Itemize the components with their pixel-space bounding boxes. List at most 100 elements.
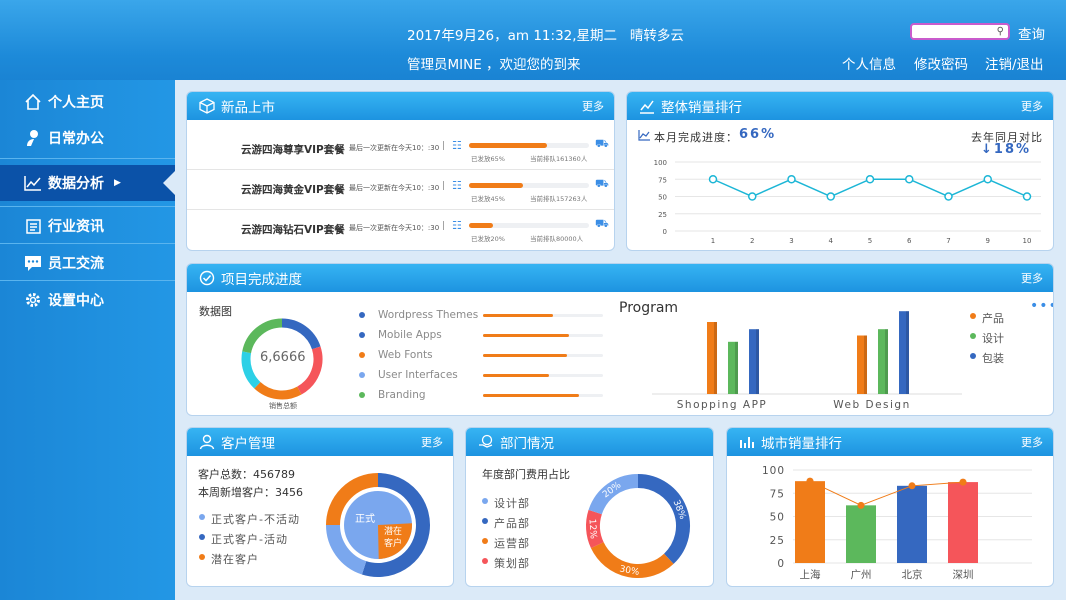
progress-sent: 已发放45% (471, 195, 505, 203)
progress-bar (469, 223, 589, 228)
data-point (983, 175, 992, 184)
cart-icon[interactable]: ⛟ (595, 177, 609, 192)
product-row[interactable]: 云游四海钻石VIP套餐 最后一次更新在今天10：:30 | ☷ 已发放20% 当前排队80… (187, 210, 614, 250)
project-progress-bar (483, 314, 603, 317)
chart-icon (24, 176, 41, 191)
program-bar-shade (864, 335, 867, 394)
donut-segment (242, 318, 283, 354)
donut-segment (637, 474, 690, 564)
sidebar-item-label: 个人主页 (48, 95, 104, 111)
sidebar-item-label: 日常办公 (48, 131, 104, 147)
sidebar-item-office[interactable]: 日常办公 (0, 120, 175, 156)
program-bar-shade (714, 322, 717, 394)
data-point (1022, 192, 1032, 201)
queue-count: 当前排队157263人 (530, 195, 588, 203)
x-tick-label: Shopping APP (677, 399, 768, 411)
sidebar-item-label: 行业资讯 (48, 219, 104, 235)
product-row[interactable]: 云游四海黄金VIP套餐 最后一次更新在今天10：:30 | ☷ 已发放45% 当前排队15… (187, 170, 614, 210)
trend-point (908, 482, 916, 490)
queue-count: 当前排队80000人 (530, 235, 584, 243)
search-button[interactable]: 查询 (1018, 23, 1045, 43)
box-icon (199, 98, 215, 114)
data-point (748, 192, 757, 201)
x-tick-label: 2 (750, 237, 754, 245)
cart-icon[interactable]: ⛟ (595, 137, 609, 152)
home-icon (25, 93, 41, 110)
y-tick-label: 100 (654, 159, 667, 167)
data-point (905, 175, 914, 184)
data-point (944, 192, 953, 201)
donut-segment (254, 381, 302, 400)
legend-dot (970, 313, 976, 319)
sidebar-item-settings[interactable]: 设置中心 (0, 282, 175, 318)
change-password-link[interactable]: 修改密码 (914, 53, 968, 73)
trend-point (959, 478, 967, 486)
customer-pie-chart: 正式潜在客户 (326, 473, 430, 577)
data-point (787, 175, 796, 184)
projects-panel: 项目完成进度 更多 数据图 6,6666 销售总额 Program Shoppi… (186, 263, 1054, 416)
more-link[interactable]: 更多 (1021, 434, 1043, 450)
x-tick-label: 广州 (851, 569, 872, 581)
more-link[interactable]: 更多 (582, 98, 604, 114)
legend-dot (482, 558, 488, 564)
legend-dot (199, 554, 205, 560)
more-link[interactable]: 更多 (1021, 270, 1043, 286)
y-tick-label: 25 (658, 211, 667, 219)
progress-sent: 已发放65% (471, 155, 505, 163)
product-update: 最后一次更新在今天10：:30 (349, 224, 440, 232)
sidebar-item-label: 设置中心 (48, 293, 104, 309)
panel-header: 新品上市 更多 (187, 92, 614, 120)
search-input[interactable]: ⚲ (910, 23, 1010, 40)
more-link[interactable]: 更多 (421, 434, 443, 450)
customer-total: 客户总数：456789 (198, 468, 295, 481)
panel-title: 城市销量排行 (761, 436, 842, 452)
project-progress-fill (483, 354, 567, 357)
sidebar: 个人主页 日常办公 数据分析 ▶ 行业资讯 员工交流 设置中心 (0, 80, 175, 600)
product-name: 云游四海钻石VIP套餐 (241, 224, 345, 236)
y-tick-label: 100 (762, 465, 785, 477)
project-progress-bar (483, 354, 603, 357)
x-tick-label: 10 (1023, 237, 1032, 245)
progress-fill (469, 223, 493, 228)
segment-label: 12% (586, 519, 597, 540)
sidebar-item-label: 员工交流 (48, 256, 104, 272)
project-progress-fill (483, 374, 549, 377)
separator-bar: | (442, 181, 446, 191)
customers-panel: 客户管理 更多 客户总数：456789 本周新增客户：3456 正式 潜在 客户 正… (186, 427, 454, 587)
caret-right-icon: ▶ (114, 178, 121, 188)
logout-link[interactable]: 注销/退出 (985, 53, 1044, 73)
sidebar-item-news[interactable]: 行业资讯 (0, 208, 175, 244)
donut-label: 数据图 (199, 305, 232, 318)
progress-bar (469, 143, 589, 148)
legend-label: 运营部 (494, 537, 530, 550)
weather: 晴转多云 (629, 28, 684, 44)
panel-title: 部门情况 (500, 436, 554, 452)
legend-label: 正式客户-不活动 (211, 513, 300, 526)
progress-value: 66% (739, 127, 777, 142)
sidebar-item-chat[interactable]: 员工交流 (0, 245, 175, 281)
more-dots-icon[interactable]: ••• (1030, 298, 1053, 314)
new-products-panel: 新品上市 更多 云游四海尊享VIP套餐 最后一次更新在今天10：:30 | ☷ 已发放6… (186, 91, 615, 251)
panel-header: 项目完成进度 更多 (187, 264, 1053, 292)
product-row[interactable]: 云游四海尊享VIP套餐 最后一次更新在今天10：:30 | ☷ 已发放65% 当前排队16… (187, 130, 614, 170)
x-tick-label: 4 (829, 237, 834, 245)
data-point (826, 192, 835, 201)
project-progress-bar (483, 334, 603, 337)
product-update: 最后一次更新在今天10：:30 (349, 184, 440, 192)
x-tick-label: 上海 (800, 568, 821, 581)
check-circle-icon (199, 270, 215, 286)
project-progress-fill (483, 314, 553, 317)
x-tick-label: 北京 (902, 568, 923, 581)
profile-link[interactable]: 个人信息 (842, 53, 896, 73)
more-link[interactable]: 更多 (1021, 98, 1043, 114)
y-tick-label: 25 (770, 535, 785, 547)
cart-icon[interactable]: ⛟ (595, 217, 609, 232)
city-sales-panel: 城市销量排行 更多 0 25 50 75 100 上海 广州 北京 深圳 (726, 427, 1054, 587)
progress-bar (469, 183, 589, 188)
product-name: 云游四海尊享VIP套餐 (241, 144, 345, 156)
sidebar-item-home[interactable]: 个人主页 (0, 84, 175, 120)
project-label: User Interfaces (378, 369, 458, 381)
product-name: 云游四海黄金VIP套餐 (241, 184, 345, 196)
sidebar-item-analytics[interactable]: 数据分析 ▶ (0, 165, 175, 201)
panel-header: 客户管理 更多 (187, 428, 453, 456)
